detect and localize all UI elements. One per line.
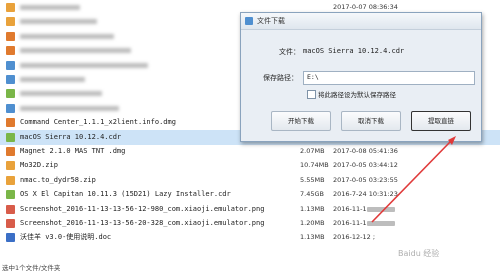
file-row[interactable]: Screenshot_2016-11-13-13-56-20-328_com.x… (0, 216, 500, 231)
default-path-checkbox-label: 将此路径设为默认保存路径 (318, 91, 396, 99)
file-row[interactable]: nmac.to_dydr58.zip 5.55MB 2017-0-05 03:23:… (0, 173, 500, 188)
redacted-name (20, 33, 114, 39)
watermark-logo: Baidu 经验 (398, 249, 440, 258)
redacted-name (20, 5, 80, 10)
file-date: 2016-11-1 (333, 216, 395, 231)
file-row[interactable]: Magnet 2.1.0 MAS TNT .dmg 2.07MB 2017-0-08… (0, 144, 500, 159)
file-date: 2016-7-24 10:31:23 (333, 190, 398, 199)
file-size: 10.74MB (300, 161, 329, 170)
file-date: 2017-0-08 05:41:36 (333, 147, 398, 155)
file-icon (6, 31, 15, 41)
file-icon (6, 219, 15, 228)
file-icon (6, 118, 15, 128)
redacted-name (20, 62, 148, 68)
file-name: Command Center_1.1.1_x2lient.info.dmg (20, 118, 176, 127)
file-label: 文件： (279, 48, 300, 56)
save-path-label: 保存路径： (263, 74, 298, 82)
file-icon (6, 147, 15, 156)
file-size: 1.13MB (300, 204, 325, 213)
dialog-title: 文件下载 (257, 17, 285, 25)
file-name: nmac.to_dydr58.zip (20, 175, 96, 184)
extract-link-button[interactable]: 提取直链 (411, 111, 471, 131)
cancel-download-button[interactable]: 取消下载 (341, 111, 401, 131)
file-icon (6, 60, 15, 70)
file-icon (6, 103, 15, 113)
download-icon (245, 17, 253, 25)
file-icon (6, 75, 15, 84)
file-icon (6, 204, 15, 214)
file-icon (6, 233, 15, 243)
file-icon (6, 89, 15, 99)
file-icon (6, 190, 15, 200)
file-name: Mo32D.zip (20, 161, 58, 170)
start-download-button[interactable]: 开始下载 (271, 111, 331, 131)
file-size: 5.55MB (300, 175, 325, 184)
file-icon (6, 132, 15, 142)
save-path-input[interactable]: E:\ (303, 71, 475, 85)
file-row[interactable]: OS X El Capitan 10.11.3 (15D21) Lazy Ins… (0, 187, 500, 202)
file-name: Magnet 2.1.0 MAS TNT .dmg (20, 147, 126, 155)
file-date: 2017-0-05 03:44:12 (333, 161, 398, 170)
file-icon (6, 175, 15, 185)
file-name: Screenshot_2016-11-13-13-56-12-980_com.x… (20, 204, 265, 213)
file-value: macOS Sierra 10.12.4.cdr (303, 47, 405, 55)
file-icon (6, 3, 15, 12)
redacted-name (20, 91, 102, 97)
dialog-titlebar[interactable]: 文件下载 (241, 13, 481, 30)
redacted-name (20, 105, 119, 111)
redacted-name (20, 48, 131, 54)
file-name: Screenshot_2016-11-13-13-56-20-328_com.x… (20, 219, 265, 227)
file-icon (6, 161, 15, 171)
file-size: 2.07MB (300, 147, 325, 155)
file-row[interactable]: Screenshot_2016-11-13-13-56-12-980_com.x… (0, 202, 500, 217)
save-path-value: E:\ (307, 73, 319, 81)
status-bar: 选中1个文件/文件夹 (2, 264, 61, 272)
file-name: macOS Sierra 10.12.4.cdr (20, 132, 122, 141)
redacted-date (367, 206, 395, 212)
file-size: 1.13MB (300, 233, 325, 242)
redacted-name (20, 77, 85, 82)
file-date: 2016-11-1 (333, 202, 395, 217)
redacted-name (20, 19, 97, 25)
default-path-checkbox[interactable] (307, 90, 316, 99)
redacted-date (367, 221, 395, 226)
file-icon (6, 17, 15, 27)
file-size: 7.45GB (300, 190, 324, 199)
download-dialog: 文件下载 文件： macOS Sierra 10.12.4.cdr 保存路径： … (240, 12, 482, 142)
file-icon (6, 46, 15, 56)
file-name: OS X El Capitan 10.11.3 (15D21) Lazy Ins… (20, 190, 231, 199)
file-row[interactable]: 沃佳羊 v3.0-使用说明.doc 1.13MB 2016-12-12 ; (0, 230, 500, 245)
file-date: 2017-0-05 03:23:55 (333, 175, 398, 184)
file-name: 沃佳羊 v3.0-使用说明.doc (20, 233, 112, 242)
file-date: 2016-12-12 ; (333, 233, 376, 242)
file-size: 1.20MB (300, 219, 325, 227)
file-row[interactable]: Mo32D.zip 10.74MB 2017-0-05 03:44:12 (0, 158, 500, 173)
